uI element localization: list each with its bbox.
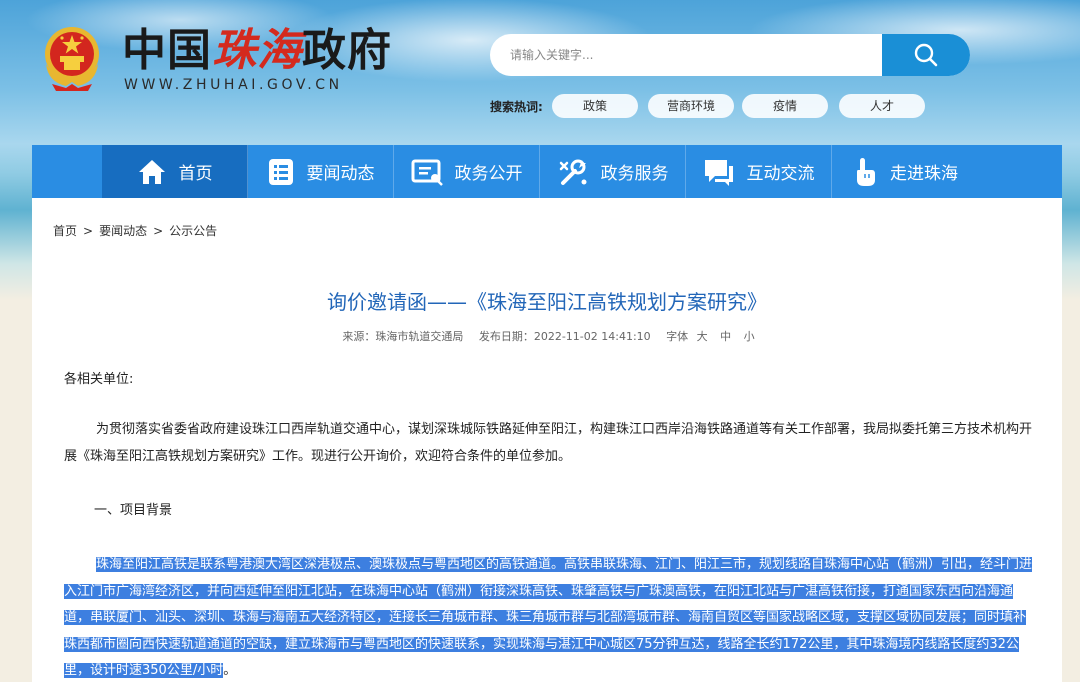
logo-text-part3: 政府: [302, 25, 392, 76]
main-nav: 首页 要闻动态 政务公开 政务服务 互动交流 走进珠海: [32, 145, 1062, 198]
search-input[interactable]: [490, 34, 882, 76]
nav-item-news[interactable]: 要闻动态: [248, 145, 394, 198]
home-icon: [138, 159, 165, 184]
nav-item-label: 走进珠海: [890, 164, 958, 184]
logo-text-part1: 中国: [122, 25, 212, 76]
selected-text: 珠海至阳江高铁是联系粤港澳大湾区深港极点、澳珠极点与粤西地区的高铁通道。高铁串联…: [64, 557, 1033, 678]
article-paragraph: 为贯彻落实省委省政府建设珠江口西岸轨道交通中心，谋划深珠城际铁路延伸至阳江，构建…: [64, 422, 1033, 464]
nav-item-label: 首页: [178, 164, 213, 184]
nav-item-gov-affairs-open[interactable]: 政务公开: [394, 145, 540, 198]
article-salutation: 各相关单位:: [64, 372, 134, 387]
search-icon: [914, 43, 938, 67]
document-icon: [411, 159, 443, 186]
breadcrumb-home[interactable]: 首页: [53, 224, 77, 238]
article-meta: 来源：珠海市轨道交通局 发布日期：2022-11-02 14:41:10 字体 …: [32, 328, 1062, 344]
article-section-heading: 一、项目背景: [94, 503, 173, 518]
hand-pointer-icon: [857, 157, 875, 186]
breadcrumb-separator: >: [83, 224, 94, 238]
site-logo-title[interactable]: 中国珠海政府: [122, 26, 392, 76]
article-paragraph-selected: 珠海至阳江高铁是联系粤港澳大湾区深港极点、澳珠极点与粤西地区的高铁通道。高铁串联…: [64, 552, 1034, 682]
font-size-large[interactable]: 大: [697, 330, 708, 343]
font-size-medium[interactable]: 中: [720, 330, 731, 343]
breadcrumb-separator: >: [153, 224, 164, 238]
hot-tag-business-environment[interactable]: 营商环境: [648, 94, 734, 118]
nav-item-gov-services[interactable]: 政务服务: [540, 145, 686, 198]
article-publish-date: 发布日期：2022-11-02 14:41:10: [478, 330, 651, 343]
national-emblem-icon: [40, 24, 104, 92]
hot-tag-talent[interactable]: 人才: [839, 94, 925, 118]
nav-item-interaction[interactable]: 互动交流: [686, 145, 832, 198]
font-size-small[interactable]: 小: [744, 330, 755, 343]
nav-item-label: 互动交流: [746, 164, 815, 184]
search-box: [490, 34, 970, 76]
logo-text-part2: 珠海: [212, 25, 302, 76]
article-title: 询价邀请函——《珠海至阳江高铁规划方案研究》: [327, 290, 767, 314]
breadcrumb-news[interactable]: 要闻动态: [99, 224, 147, 238]
site-url: WWW.ZHUHAI.GOV.CN: [124, 77, 343, 93]
hot-tag-policy[interactable]: 政策: [552, 94, 638, 118]
nav-item-home[interactable]: 首页: [102, 145, 248, 198]
nav-item-label: 政务服务: [600, 164, 669, 184]
search-button[interactable]: [882, 34, 970, 76]
service-icon: [559, 159, 586, 185]
list-icon: [268, 158, 293, 185]
font-size-label: 字体: [666, 330, 689, 343]
paragraph-end: 。: [223, 663, 237, 678]
nav-item-label: 要闻动态: [306, 164, 375, 184]
hot-tag-epidemic[interactable]: 疫情: [742, 94, 828, 118]
content-panel: 首页 > 要闻动态 > 公示公告 询价邀请函——《珠海至阳江高铁规划方案研究》 来源：珠…: [32, 198, 1062, 682]
nav-item-label: 政务公开: [454, 164, 523, 184]
breadcrumb: 首页 > 要闻动态 > 公示公告: [53, 222, 223, 239]
breadcrumb-notices[interactable]: 公示公告: [169, 224, 217, 238]
hot-search-label: 搜索热词:: [490, 100, 543, 114]
article-source: 来源：珠海市轨道交通局: [342, 330, 464, 343]
chat-icon: [704, 159, 733, 186]
site-header: 中国珠海政府 WWW.ZHUHAI.GOV.CN 搜索热词: 政策 营商环境 疫…: [0, 0, 1080, 145]
nav-item-about-zhuhai[interactable]: 走进珠海: [832, 145, 978, 198]
